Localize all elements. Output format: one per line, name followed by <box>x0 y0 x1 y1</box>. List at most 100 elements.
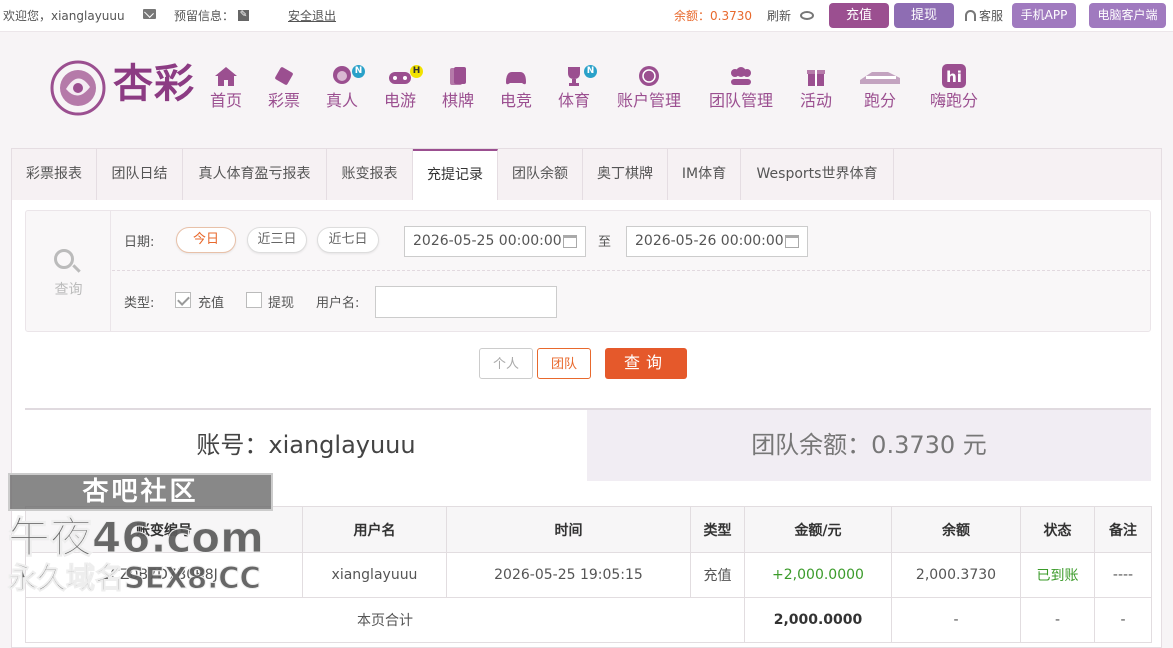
type-row: 类型: 充值 提现 用户名: <box>112 272 1150 332</box>
nav-cards[interactable]: 棋牌 <box>438 63 478 123</box>
page-total-amount: 2,000.0000 <box>744 597 892 643</box>
account-summary: 账号：xianglayuuu <box>25 410 587 481</box>
tab-wesports[interactable]: Wesports世界体育 <box>741 149 894 201</box>
nav-team[interactable]: 团队管理 <box>706 63 776 123</box>
logout-link[interactable]: 安全退出 <box>288 0 336 32</box>
table-header-row: 账变编号 用户名 时间 类型 金额/元 余额 状态 备注 <box>25 506 1152 553</box>
column-header: 状态 <box>1020 506 1095 553</box>
nav-label: 棋牌 <box>441 91 474 110</box>
new-badge: N <box>584 65 597 78</box>
filter-side: 查询 <box>26 211 111 331</box>
team-button[interactable]: 团队 <box>537 348 591 379</box>
nav-sports[interactable]: 体育 N <box>554 63 597 123</box>
nav-paofen[interactable]: 跑分 <box>856 63 904 123</box>
live-dealer-icon <box>333 66 351 84</box>
date-from-input[interactable]: 2026-05-25 00:00:00 <box>404 226 586 257</box>
cards-icon <box>450 67 466 85</box>
runner-icon <box>860 72 900 84</box>
date-from-value: 2026-05-25 00:00:00 <box>413 233 562 249</box>
record-type: 充值 <box>690 552 745 598</box>
nav-label: 账户管理 <box>616 91 681 110</box>
nav-esports[interactable]: 电竞 <box>496 63 536 123</box>
nav-hi-paofen[interactable]: hi 嗨跑分 <box>928 63 980 123</box>
tab-deposit-withdraw[interactable]: 充提记录 <box>413 149 498 201</box>
logo-icon[interactable] <box>48 59 108 117</box>
date-to-input[interactable]: 2026-05-26 00:00:00 <box>626 226 808 257</box>
calendar-icon[interactable] <box>563 235 577 248</box>
mail-icon[interactable] <box>143 9 156 19</box>
column-header: 账变编号 <box>25 506 303 553</box>
svg-text:hi: hi <box>946 68 962 86</box>
tab-team-balance[interactable]: 团队余额 <box>498 149 583 201</box>
report-tabs: 彩票报表 团队日结 真人体育盈亏报表 账变报表 充提记录 团队余额 奥丁棋牌 I… <box>11 148 1162 201</box>
nav-egame[interactable]: 电游 H <box>380 63 423 123</box>
nav-live[interactable]: 真人 N <box>322 63 365 123</box>
column-header: 类型 <box>690 506 745 553</box>
column-header: 备注 <box>1094 506 1152 553</box>
record-remark: ---- <box>1094 552 1152 598</box>
team-balance-text: 团队余额：0.3730 元 <box>751 431 987 459</box>
customer-service-link[interactable]: 客服 <box>979 0 1003 32</box>
nav-label: 彩票 <box>267 91 300 110</box>
home-icon <box>215 67 237 86</box>
team-balance-summary: 团队余额：0.3730 元 <box>587 410 1151 481</box>
page-total-balance: - <box>891 597 1021 643</box>
last-3-days-pill[interactable]: 近三日 <box>247 227 307 253</box>
tab-live-sports-pnl[interactable]: 真人体育盈亏报表 <box>183 149 327 201</box>
withdraw-checkbox[interactable] <box>246 292 262 308</box>
column-header: 金额/元 <box>744 506 892 553</box>
page-total-remark: - <box>1094 597 1152 643</box>
nav-label: 跑分 <box>863 91 896 110</box>
tab-lottery-report[interactable]: 彩票报表 <box>12 149 97 201</box>
pc-client-button[interactable]: 电脑客户端 <box>1089 3 1166 28</box>
withdraw-button[interactable]: 提现 <box>894 3 954 28</box>
query-button[interactable]: 查询 <box>605 348 687 379</box>
nav-label: 首页 <box>209 91 242 110</box>
record-balance: 2,000.3730 <box>891 552 1021 598</box>
record-status: 已到账 <box>1020 552 1095 598</box>
esports-icon <box>506 72 526 85</box>
tab-balance-change[interactable]: 账变报表 <box>327 149 413 201</box>
nav-lottery[interactable]: 彩票 <box>264 63 304 123</box>
recharge-button[interactable]: 充值 <box>829 3 889 28</box>
nav-activity[interactable]: 活动 <box>796 63 836 123</box>
record-id: CZ0B7D7B0B8J <box>25 552 303 598</box>
welcome-text: 欢迎您，xianglayuuu <box>3 9 125 23</box>
nav-label: 真人 <box>325 91 358 110</box>
balance-text: 余额：0.3730 <box>674 9 752 23</box>
date-row: 日期: 今日 近三日 近七日 2026-05-25 00:00:00 至 202… <box>112 211 1150 271</box>
reserve-info-label: 预留信息： <box>174 9 235 23</box>
today-pill[interactable]: 今日 <box>176 227 236 253</box>
nav-label: 嗨跑分 <box>929 91 978 110</box>
personal-button[interactable]: 个人 <box>479 348 533 379</box>
last-7-days-pill[interactable]: 近七日 <box>317 227 379 253</box>
column-header: 余额 <box>891 506 1021 553</box>
recharge-checkbox[interactable] <box>175 292 191 308</box>
type-label: 类型: <box>124 296 155 311</box>
withdraw-checkbox-label: 提现 <box>268 296 295 311</box>
nav-account[interactable]: 账户管理 <box>614 63 684 123</box>
recharge-checkbox-label: 充值 <box>198 296 225 311</box>
team-icon <box>731 67 751 85</box>
hide-balance-icon[interactable] <box>800 11 814 20</box>
trophy-icon <box>568 67 580 86</box>
username-input[interactable] <box>375 286 557 318</box>
mobile-app-button[interactable]: 手机APP <box>1012 3 1076 28</box>
refresh-link[interactable]: 刷新 <box>767 0 791 32</box>
table-footer-row: 本页合计 2,000.0000 - - - <box>25 597 1152 643</box>
lottery-icon <box>275 67 293 85</box>
nav-label: 电竞 <box>499 91 532 110</box>
tab-team-daily[interactable]: 团队日结 <box>97 149 183 201</box>
nav-home[interactable]: 首页 <box>206 63 246 123</box>
record-amount: +2,000.0000 <box>744 552 892 598</box>
tab-odin-cards[interactable]: 奥丁棋牌 <box>583 149 668 201</box>
edit-icon[interactable]: ✎ <box>238 10 249 21</box>
filter-side-label: 查询 <box>54 282 83 298</box>
calendar-icon[interactable] <box>785 235 799 248</box>
gift-icon <box>807 70 825 86</box>
tab-im-sports[interactable]: IM体育 <box>668 149 741 201</box>
site-header: 杏彩 首页 彩票 真人 N 电游 H 棋牌 电竞 体育 N 账户管理 团队管理 <box>0 33 1173 148</box>
content-panel: 查询 日期: 今日 近三日 近七日 2026-05-25 00:00:00 至 … <box>11 200 1162 648</box>
headset-icon[interactable] <box>965 10 976 21</box>
date-to-value: 2026-05-26 00:00:00 <box>635 233 784 249</box>
